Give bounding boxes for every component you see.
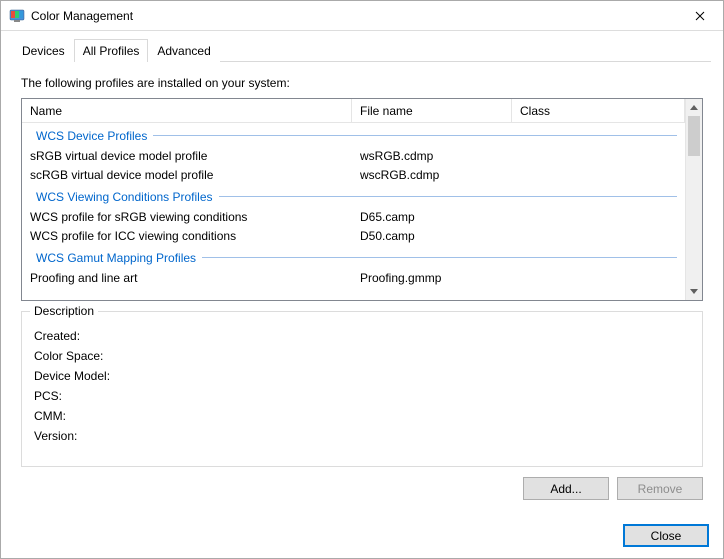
profile-list-inner: Name File name Class WCS Device Profiles… [22,99,685,300]
cell-name: Proofing and line art [22,271,352,285]
desc-cmm: CMM: [34,406,690,426]
column-header-name[interactable]: Name [22,99,352,122]
cell-name: WCS profile for sRGB viewing conditions [22,210,352,224]
intro-text: The following profiles are installed on … [21,76,703,90]
desc-pcs: PCS: [34,386,690,406]
group-label: WCS Device Profiles [36,129,153,143]
close-button[interactable]: Close [623,524,709,547]
cell-name: sRGB virtual device model profile [22,149,352,163]
remove-button[interactable]: Remove [617,477,703,500]
group-header[interactable]: WCS Gamut Mapping Profiles [22,247,685,268]
profile-buttons: Add... Remove [21,477,703,500]
scrollbar-vertical[interactable] [685,99,702,300]
titlebar: Color Management [1,1,723,31]
add-button[interactable]: Add... [523,477,609,500]
scroll-thumb[interactable] [688,116,700,156]
table-row[interactable]: scRGB virtual device model profilewscRGB… [22,165,685,184]
tab-all-profiles[interactable]: All Profiles [74,39,149,62]
tab-strip: Devices All Profiles Advanced [13,39,711,62]
column-header-file[interactable]: File name [352,99,512,122]
column-header-class[interactable]: Class [512,99,685,122]
tab-advanced[interactable]: Advanced [148,39,219,62]
group-header[interactable]: WCS Device Profiles [22,125,685,146]
description-legend: Description [30,304,98,318]
profile-list[interactable]: Name File name Class WCS Device Profiles… [21,98,703,301]
cell-file: wscRGB.cdmp [352,168,512,182]
desc-color-space: Color Space: [34,346,690,366]
cell-name: scRGB virtual device model profile [22,168,352,182]
table-row[interactable]: WCS profile for sRGB viewing conditionsD… [22,207,685,226]
app-icon [9,8,25,24]
scroll-track[interactable] [686,116,702,283]
cell-file: D65.camp [352,210,512,224]
table-row[interactable]: WCS profile for ICC viewing conditionsD5… [22,226,685,245]
table-row[interactable]: Proofing and line artProofing.gmmp [22,268,685,287]
content-area: Devices All Profiles Advanced The follow… [1,31,723,512]
dialog-footer: Close [1,512,723,559]
group-divider [153,135,677,136]
scroll-down-button[interactable] [686,283,702,300]
tab-body: The following profiles are installed on … [13,61,711,500]
cell-name: WCS profile for ICC viewing conditions [22,229,352,243]
desc-created: Created: [34,326,690,346]
desc-device-model: Device Model: [34,366,690,386]
tab-devices[interactable]: Devices [13,39,74,62]
group-divider [202,257,677,258]
description-group: Description Created: Color Space: Device… [21,311,703,467]
cell-file: Proofing.gmmp [352,271,512,285]
window-close-button[interactable] [677,1,723,31]
group-divider [219,196,677,197]
cell-file: wsRGB.cdmp [352,149,512,163]
table-row[interactable]: sRGB virtual device model profilewsRGB.c… [22,146,685,165]
column-headers: Name File name Class [22,99,685,123]
cell-file: D50.camp [352,229,512,243]
profile-rows: WCS Device Profiles sRGB virtual device m… [22,125,685,287]
desc-version: Version: [34,426,690,446]
group-label: WCS Viewing Conditions Profiles [36,190,219,204]
group-label: WCS Gamut Mapping Profiles [36,251,202,265]
window-title: Color Management [31,9,677,23]
group-header[interactable]: WCS Viewing Conditions Profiles [22,186,685,207]
scroll-up-button[interactable] [686,99,702,116]
